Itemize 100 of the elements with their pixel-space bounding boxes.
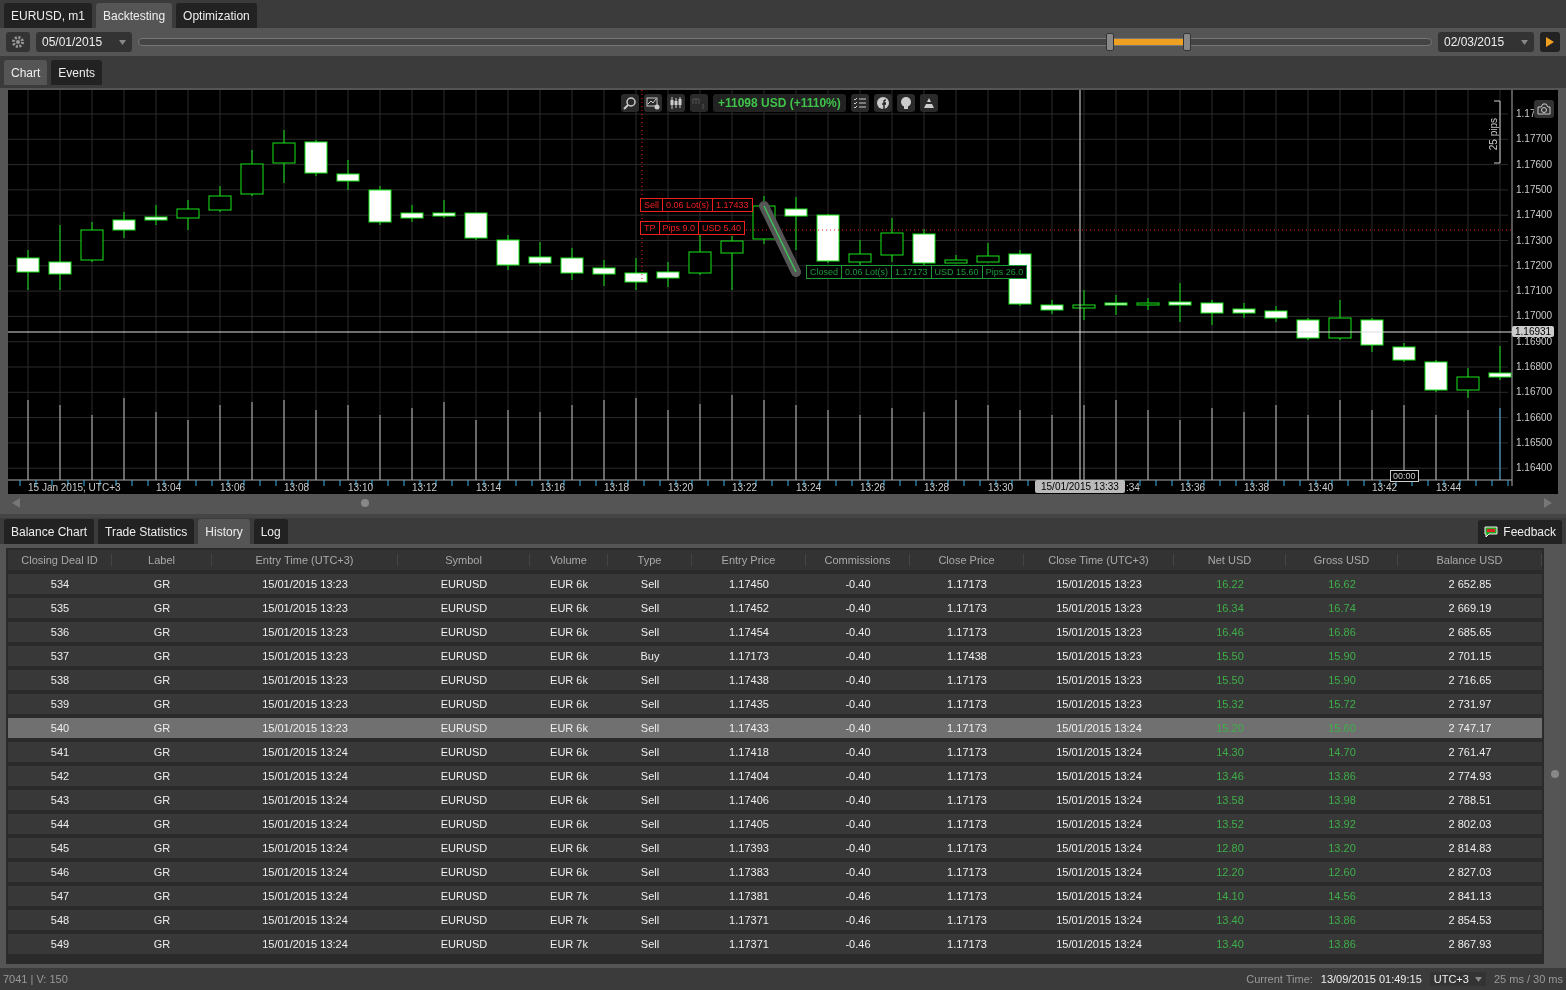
table-cell-text: 1.17371: [728, 914, 770, 926]
table-cell-text: GR: [152, 938, 172, 950]
table-cell-text: 15/01/2015 13:24: [261, 938, 349, 950]
zoom-icon[interactable]: [621, 94, 639, 112]
hover-time-label: 00:00: [1390, 470, 1419, 482]
tab[interactable]: EURUSD, m1: [4, 3, 92, 28]
table-cell-text: 535: [49, 602, 71, 614]
table-cell-text: EURUSD: [439, 650, 489, 662]
table-row[interactable]: 548 GR 15/01/2015 13:24 EURUSD EUR 7k Sell 1.17371 -0.46 1.17173 15/01/2015 13:24 13.40 13.86 2 854.53: [8, 910, 1542, 930]
end-date-dropdown[interactable]: 02/03/2015: [1438, 32, 1534, 52]
table-row[interactable]: 537 GR 15/01/2015 13:23 EURUSD EUR 6k Buy 1.17173 -0.40 1.17438 15/01/2015 13:23 15.50 15.90 2 701.15: [8, 646, 1542, 666]
candle: [240, 149, 264, 197]
timezone-dropdown[interactable]: UTC+3: [1429, 972, 1486, 986]
feedback-button[interactable]: Feedback: [1478, 520, 1562, 544]
table-row[interactable]: 538 GR 15/01/2015 13:23 EURUSD EUR 6k Sell 1.17438 -0.40 1.17173 15/01/2015 13:23 15.50 15.90 2 716.65: [8, 670, 1542, 690]
candle: [912, 228, 936, 266]
table-cell-text: 15.60: [1327, 722, 1357, 734]
column-header[interactable]: Entry Price: [692, 554, 806, 566]
table-cell-text: 13.58: [1215, 794, 1245, 806]
column-header[interactable]: Symbol: [398, 554, 530, 566]
tab[interactable]: Chart: [4, 60, 48, 85]
tab[interactable]: History: [198, 519, 250, 544]
table-row[interactable]: 547 GR 15/01/2015 13:24 EURUSD EUR 7k Sell 1.17381 -0.46 1.17173 15/01/2015 13:24 14.10 14.56 2 841.13: [8, 886, 1542, 906]
column-header[interactable]: Balance USD: [1398, 554, 1542, 566]
table-row[interactable]: 535 GR 15/01/2015 13:23 EURUSD EUR 6k Sell 1.17452 -0.40 1.17173 15/01/2015 13:23 16.34 16.74 2 669.19: [8, 598, 1542, 618]
lightbulb-icon[interactable]: [896, 94, 915, 112]
price-label: 1.17400: [1516, 209, 1553, 221]
table-row[interactable]: 536 GR 15/01/2015 13:23 EURUSD EUR 6k Sell 1.17454 -0.40 1.17173 15/01/2015 13:23 16.46 16.86 2 685.65: [8, 622, 1542, 642]
table-cell-text: 12.80: [1215, 842, 1245, 854]
tab[interactable]: Trade Statistics: [98, 519, 195, 544]
chart-settings-icon[interactable]: [644, 94, 662, 112]
candle: [656, 261, 680, 288]
column-header[interactable]: Commissions: [806, 554, 910, 566]
table-cell-text: 15/01/2015 13:24: [1055, 818, 1143, 830]
column-header[interactable]: Close Time (UTC+3): [1024, 554, 1174, 566]
tab[interactable]: Backtesting: [96, 3, 173, 28]
table-cell-text: EUR 6k: [549, 770, 589, 782]
table-cell-text: EUR 7k: [549, 938, 589, 950]
table-cell-text: EUR 6k: [549, 674, 589, 686]
tab[interactable]: Optimization: [176, 3, 257, 28]
table-cell-text: 15/01/2015 13:23: [261, 626, 349, 638]
table-cell-text: 1.17173: [946, 602, 988, 614]
price-label: 1.16700: [1516, 386, 1553, 398]
latency-label: 25 ms / 30 ms: [1493, 973, 1563, 985]
settings-icon[interactable]: [6, 32, 30, 52]
table-row[interactable]: 549 GR 15/01/2015 13:24 EURUSD EUR 7k Sell 1.17371 -0.46 1.17173 15/01/2015 13:24 13.40 13.86 2 867.93: [8, 934, 1542, 954]
table-cell-text: 15/01/2015 13:24: [1055, 890, 1143, 902]
candle: [560, 247, 584, 281]
column-header[interactable]: Closing Deal ID: [8, 554, 112, 566]
tab[interactable]: Events: [51, 60, 103, 85]
table-cell-text: 15/01/2015 13:23: [1055, 626, 1143, 638]
column-header[interactable]: Gross USD: [1286, 554, 1398, 566]
table-cell-text: Sell: [639, 842, 661, 854]
table-row[interactable]: 542 GR 15/01/2015 13:24 EURUSD EUR 6k Sell 1.17404 -0.40 1.17173 15/01/2015 13:24 13.46 13.86 2 774.93: [8, 766, 1542, 786]
column-header[interactable]: Type: [608, 554, 692, 566]
candle: [304, 139, 328, 177]
table-row[interactable]: 539 GR 15/01/2015 13:23 EURUSD EUR 6k Sell 1.17435 -0.40 1.17173 15/01/2015 13:23 15.32 15.72 2 731.97: [8, 694, 1542, 714]
candle: [528, 241, 552, 267]
column-header[interactable]: Close Price: [910, 554, 1024, 566]
table-cell-text: -0.46: [844, 938, 872, 950]
column-header[interactable]: Entry Time (UTC+3): [212, 554, 398, 566]
table-row[interactable]: 540 GR 15/01/2015 13:23 EURUSD EUR 6k Sell 1.17433 -0.40 1.17173 15/01/2015 13:24 15.20 15.60 2 747.17: [8, 718, 1542, 738]
table-cell-text: 16.46: [1215, 626, 1245, 638]
scroll-thumb[interactable]: [1551, 770, 1559, 778]
scroll-thumb[interactable]: [361, 499, 369, 507]
column-header[interactable]: Label: [112, 554, 212, 566]
tab[interactable]: Balance Chart: [4, 519, 95, 544]
facebook-icon[interactable]: [873, 94, 892, 112]
camera-icon[interactable]: [1534, 100, 1554, 118]
table-cell-text: 13.52: [1215, 818, 1245, 830]
candles-icon[interactable]: [667, 94, 685, 112]
candle: [112, 211, 136, 239]
table-row[interactable]: 534 GR 15/01/2015 13:23 EURUSD EUR 6k Sell 1.17450 -0.40 1.17173 15/01/2015 13:23 16.22 16.62 2 652.85: [8, 574, 1542, 594]
play-button[interactable]: [1540, 32, 1560, 52]
table-row[interactable]: 545 GR 15/01/2015 13:24 EURUSD EUR 6k Sell 1.17393 -0.40 1.17173 15/01/2015 13:24 12.80 13.20 2 814.83: [8, 838, 1542, 858]
table-row[interactable]: 544 GR 15/01/2015 13:24 EURUSD EUR 6k Sell 1.17405 -0.40 1.17173 15/01/2015 13:24 13.52 13.92 2 802.03: [8, 814, 1542, 834]
table-cell-text: 15/01/2015 13:23: [1055, 602, 1143, 614]
column-header[interactable]: Net USD: [1174, 554, 1286, 566]
table-cell-text: 1.17173: [946, 890, 988, 902]
checklist-icon[interactable]: [850, 94, 869, 112]
table-cell-text: 15/01/2015 13:24: [261, 818, 349, 830]
column-header[interactable]: Volume: [530, 554, 608, 566]
share-icon[interactable]: [919, 94, 938, 112]
price-label: 1.16900: [1516, 335, 1553, 347]
table-cell-text: 2 761.47: [1447, 746, 1493, 758]
current-time-value: 13/09/2015 01:49:15: [1320, 973, 1422, 985]
table-cell-text: Sell: [639, 818, 661, 830]
table-cell-text: 12.60: [1327, 866, 1357, 878]
table-row[interactable]: 541 GR 15/01/2015 13:24 EURUSD EUR 6k Sell 1.17418 -0.40 1.17173 15/01/2015 13:24 14.30 14.70 2 761.47: [8, 742, 1542, 762]
time-label: 13:10: [348, 482, 374, 493]
current-time-label: Current Time:: [1246, 973, 1313, 985]
table-row[interactable]: 543 GR 15/01/2015 13:24 EURUSD EUR 6k Sell 1.17406 -0.40 1.17173 15/01/2015 13:24 13.58 13.98 2 788.51: [8, 790, 1542, 810]
candle: [1424, 359, 1448, 393]
tab[interactable]: Log: [253, 519, 288, 544]
table-cell-text: Sell: [639, 698, 661, 710]
start-date-dropdown[interactable]: 05/01/2015: [36, 32, 132, 52]
candle: [1392, 342, 1416, 363]
table-cell-text: 13.20: [1327, 842, 1357, 854]
table-row[interactable]: 546 GR 15/01/2015 13:24 EURUSD EUR 6k Sell 1.17383 -0.40 1.17173 15/01/2015 13:24 12.20 12.60 2 827.03: [8, 862, 1542, 882]
table-cell-text: 1.17173: [946, 938, 988, 950]
